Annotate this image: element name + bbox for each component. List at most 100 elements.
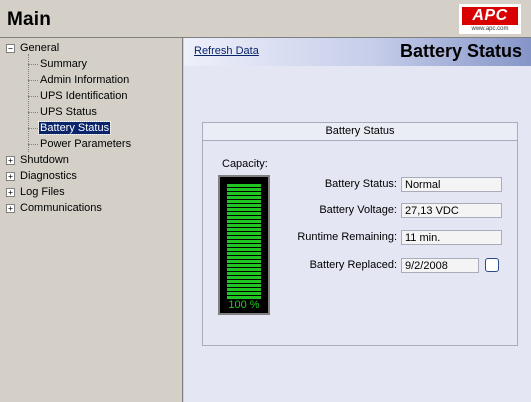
capacity-segment bbox=[227, 196, 244, 199]
capacity-segment bbox=[227, 292, 244, 295]
capacity-segment bbox=[227, 224, 244, 227]
runtime-remaining-value: 11 min. bbox=[401, 230, 502, 245]
capacity-percent: 100 % bbox=[228, 299, 260, 311]
expand-icon[interactable]: + bbox=[6, 156, 15, 165]
expand-icon[interactable]: + bbox=[6, 188, 15, 197]
capacity-segment bbox=[244, 248, 261, 251]
page-title: Battery Status bbox=[399, 41, 522, 61]
battery-status-value: Normal bbox=[401, 177, 502, 192]
tree-item-label: Admin Information bbox=[40, 74, 130, 86]
capacity-segment bbox=[227, 252, 244, 255]
runtime-remaining-label: Runtime Remaining: bbox=[297, 231, 397, 243]
capacity-meter-column bbox=[244, 184, 261, 300]
capacity-segment bbox=[244, 276, 261, 279]
capacity-meter: 100 % bbox=[218, 175, 270, 315]
capacity-segment bbox=[244, 288, 261, 291]
expand-icon[interactable]: + bbox=[6, 172, 15, 181]
battery-status-label: Battery Status: bbox=[324, 178, 397, 190]
tree-item-diagnostics[interactable]: Diagnostics bbox=[19, 168, 78, 184]
tree-item-label: Communications bbox=[20, 202, 102, 214]
content-header: Refresh Data Battery Status bbox=[184, 38, 531, 66]
capacity-segment bbox=[244, 188, 261, 191]
capacity-segment bbox=[244, 280, 261, 283]
app-title: Main bbox=[7, 9, 52, 30]
capacity-segment bbox=[227, 284, 244, 287]
tree-item-battery-status[interactable]: Battery Status bbox=[37, 120, 112, 136]
tree-item-power-parameters[interactable]: Power Parameters bbox=[39, 136, 132, 152]
tree-item-label: Battery Status bbox=[37, 121, 112, 135]
tree-line bbox=[28, 96, 38, 97]
collapse-icon[interactable]: − bbox=[6, 44, 15, 53]
capacity-segment bbox=[244, 204, 261, 207]
capacity-segment bbox=[227, 232, 244, 235]
capacity-segment bbox=[244, 196, 261, 199]
capacity-segment bbox=[227, 256, 244, 259]
capacity-segment bbox=[227, 236, 244, 239]
tree-item-label: Diagnostics bbox=[20, 170, 77, 182]
tree-item-ups-status[interactable]: UPS Status bbox=[39, 104, 98, 120]
tree-item-log-files[interactable]: Log Files bbox=[19, 184, 66, 200]
battery-status-panel: Battery Status Capacity: 100 % Battery S… bbox=[202, 122, 518, 346]
capacity-segment bbox=[227, 220, 244, 223]
tree-line bbox=[28, 64, 38, 65]
capacity-segment bbox=[244, 184, 261, 187]
capacity-segment bbox=[227, 188, 244, 191]
apc-logo-text: APC bbox=[462, 7, 518, 25]
capacity-segment bbox=[227, 184, 244, 187]
capacity-segment bbox=[227, 276, 244, 279]
capacity-segment bbox=[244, 236, 261, 239]
battery-replaced-checkbox[interactable] bbox=[485, 258, 499, 272]
capacity-segment bbox=[227, 288, 244, 291]
battery-replaced-value: 9/2/2008 bbox=[401, 258, 479, 273]
capacity-segment bbox=[244, 200, 261, 203]
capacity-segment bbox=[227, 264, 244, 267]
tree-line bbox=[28, 80, 38, 81]
tree-item-communications[interactable]: Communications bbox=[19, 200, 103, 216]
capacity-segment bbox=[244, 256, 261, 259]
tree-item-admin-information[interactable]: Admin Information bbox=[39, 72, 130, 88]
capacity-segment bbox=[244, 260, 261, 263]
capacity-segment bbox=[227, 212, 244, 215]
capacity-segment bbox=[244, 264, 261, 267]
capacity-segment bbox=[244, 244, 261, 247]
tree-item-label: Log Files bbox=[20, 186, 65, 198]
apc-logo: APC www.apc.com bbox=[459, 4, 521, 34]
tree-line bbox=[28, 54, 29, 152]
capacity-segment bbox=[244, 292, 261, 295]
refresh-data-link[interactable]: Refresh Data bbox=[194, 45, 259, 57]
capacity-segment bbox=[244, 208, 261, 211]
tree-line bbox=[28, 112, 38, 113]
tree-item-label: UPS Identification bbox=[40, 90, 128, 102]
capacity-segment bbox=[227, 192, 244, 195]
capacity-segment bbox=[227, 216, 244, 219]
tree-item-label: UPS Status bbox=[40, 106, 97, 118]
capacity-segment bbox=[244, 192, 261, 195]
capacity-segment bbox=[244, 252, 261, 255]
capacity-segment bbox=[227, 228, 244, 231]
tree-item-label: Power Parameters bbox=[40, 138, 132, 150]
app-header: Main APC www.apc.com bbox=[0, 0, 531, 38]
capacity-segment bbox=[244, 272, 261, 275]
battery-replaced-label: Battery Replaced: bbox=[309, 259, 397, 271]
tree-item-label: Summary bbox=[40, 58, 88, 70]
capacity-segment bbox=[227, 244, 244, 247]
capacity-segment bbox=[244, 220, 261, 223]
tree-item-label: Shutdown bbox=[20, 154, 69, 166]
expand-icon[interactable]: + bbox=[6, 204, 15, 213]
main-content: Refresh Data Battery Status Battery Stat… bbox=[184, 38, 531, 402]
tree-item-label: General bbox=[20, 42, 60, 54]
tree-item-shutdown[interactable]: Shutdown bbox=[19, 152, 70, 168]
capacity-segment bbox=[227, 268, 244, 271]
apc-logo-url: www.apc.com bbox=[471, 26, 509, 32]
tree-item-summary[interactable]: Summary bbox=[39, 56, 88, 72]
capacity-label: Capacity: bbox=[222, 158, 268, 170]
capacity-segment bbox=[227, 248, 244, 251]
capacity-segment bbox=[244, 212, 261, 215]
capacity-segment bbox=[244, 224, 261, 227]
capacity-segment bbox=[227, 260, 244, 263]
capacity-segment bbox=[227, 272, 244, 275]
tree-item-ups-identification[interactable]: UPS Identification bbox=[39, 88, 128, 104]
tree-item-general[interactable]: General bbox=[19, 40, 60, 56]
tree-line bbox=[28, 128, 38, 129]
capacity-segment bbox=[244, 216, 261, 219]
